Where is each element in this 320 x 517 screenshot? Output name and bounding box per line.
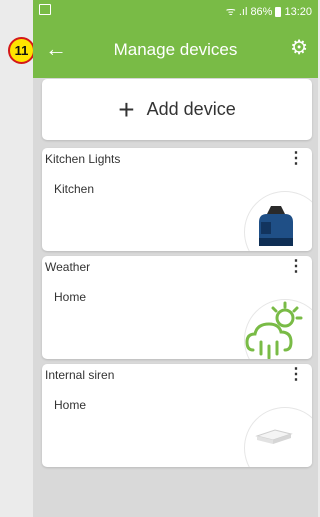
signal-indicator: ᯤ .ıl bbox=[225, 6, 248, 18]
device-location: Home bbox=[54, 398, 87, 412]
add-device-button[interactable]: + Add device bbox=[42, 79, 312, 140]
device-name: Internal siren bbox=[45, 368, 115, 382]
relay-module-icon bbox=[259, 206, 293, 246]
status-bar-right: ᯤ .ıl 86% 13:20 bbox=[226, 4, 312, 19]
clock: 13:20 bbox=[284, 5, 312, 18]
status-bar: ᯤ .ıl 86% 13:20 bbox=[33, 0, 318, 22]
battery-icon bbox=[275, 6, 282, 17]
device-card-kitchen-lights[interactable]: Kitchen Lights ⋮ Kitchen bbox=[42, 148, 312, 251]
device-image bbox=[244, 191, 312, 251]
plus-icon: + bbox=[118, 93, 135, 125]
device-card-internal-siren[interactable]: Internal siren ⋮ Home bbox=[42, 364, 312, 467]
device-location: Kitchen bbox=[54, 182, 95, 196]
device-name: Weather bbox=[45, 260, 91, 274]
page-title: Manage devices bbox=[113, 40, 238, 59]
app-bar: ← Manage devices ⚙ bbox=[33, 22, 318, 78]
device-image bbox=[244, 299, 312, 359]
device-image bbox=[244, 407, 312, 467]
step-number-badge: 11 bbox=[8, 37, 35, 64]
gear-icon[interactable]: ⚙ bbox=[290, 36, 308, 60]
battery-percent: 86% bbox=[250, 5, 273, 18]
more-options-icon[interactable]: ⋮ bbox=[288, 151, 304, 167]
more-options-icon[interactable]: ⋮ bbox=[288, 259, 304, 275]
device-card-weather[interactable]: Weather ⋮ Home bbox=[42, 256, 312, 359]
weather-icon bbox=[245, 301, 303, 359]
add-device-label: Add device bbox=[146, 99, 236, 119]
more-options-icon[interactable]: ⋮ bbox=[288, 367, 304, 383]
siren-icon bbox=[255, 429, 293, 444]
phone-screen: ᯤ .ıl 86% 13:20 ← Manage devices ⚙ + Add… bbox=[33, 0, 318, 517]
image-notification-icon bbox=[39, 4, 51, 15]
device-name: Kitchen Lights bbox=[45, 152, 121, 166]
device-location: Home bbox=[54, 290, 87, 304]
